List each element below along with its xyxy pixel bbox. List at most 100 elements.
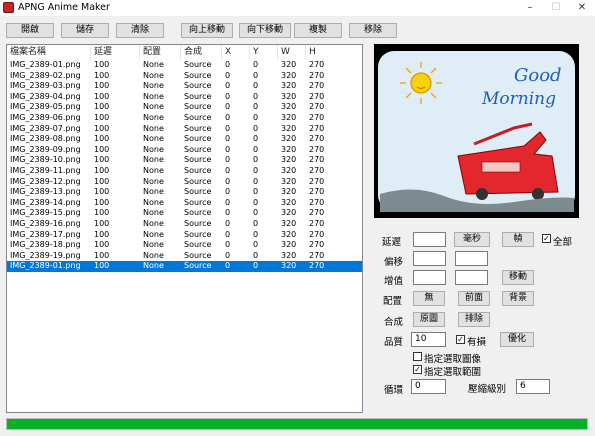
table-row[interactable]: IMG_2389-06.png 100 None Source 0 0 320 270: [7, 113, 362, 124]
move-down-button[interactable]: 向下移動: [239, 23, 291, 38]
dispose-background-button[interactable]: 背景: [502, 291, 534, 306]
move-button[interactable]: 移動: [502, 270, 534, 285]
cell-delay: 100: [94, 240, 110, 250]
cell-h: 270: [309, 176, 325, 186]
table-row[interactable]: IMG_2389-07.png 100 None Source 0 0 320 270: [7, 124, 362, 135]
cell-y: 0: [253, 91, 259, 101]
cell-w: 320: [281, 240, 297, 250]
cell-blend: Source: [184, 229, 212, 239]
open-button[interactable]: 開啟: [6, 23, 54, 38]
preview-text-good: Good: [514, 65, 562, 86]
delete-button[interactable]: 移除: [349, 23, 397, 38]
increment-y-input[interactable]: [455, 270, 488, 285]
loop-input[interactable]: 0: [411, 379, 446, 394]
dispose-none-button[interactable]: 無: [413, 291, 445, 306]
spec-image-checkbox[interactable]: [413, 352, 422, 361]
table-row[interactable]: IMG_2389-18.png 100 None Source 0 0 320 270: [7, 240, 362, 251]
table-row[interactable]: IMG_2389-02.png 100 None Source 0 0 320 270: [7, 71, 362, 82]
ms-button[interactable]: 毫秒: [454, 232, 490, 247]
cell-delay: 100: [94, 113, 110, 122]
offset-y-input[interactable]: [455, 251, 488, 266]
cell-w: 320: [281, 187, 297, 197]
preview-text-morning: Morning: [481, 89, 556, 109]
offset-x-input[interactable]: [413, 251, 446, 266]
cell-x: 0: [225, 91, 231, 101]
preview-pane: Good Morning: [374, 44, 579, 218]
frame-list[interactable]: 檔案名稱 延遲 配置 合成 X Y W H IMG_2389-01.png 100…: [6, 44, 363, 413]
table-row[interactable]: IMG_2389-09.png 100 None Source 0 0 320 270: [7, 145, 362, 156]
cell-filename: IMG_2389-02.png: [10, 70, 81, 80]
cell-w: 320: [281, 229, 297, 239]
table-row[interactable]: IMG_2389-19.png 100 None Source 0 0 320 270: [7, 251, 362, 262]
table-row[interactable]: IMG_2389-13.png 100 None Source 0 0 320 270: [7, 187, 362, 198]
dispose-previous-button[interactable]: 前面: [458, 291, 490, 306]
table-row[interactable]: IMG_2389-16.png 100 None Source 0 0 320 270: [7, 219, 362, 230]
table-row[interactable]: IMG_2389-08.png 100 None Source 0 0 320 270: [7, 134, 362, 145]
maximize-button[interactable]: ☐: [543, 0, 569, 16]
header-y[interactable]: Y: [250, 45, 278, 60]
clear-button[interactable]: 清除: [116, 23, 164, 38]
dispose-label: 配置: [383, 296, 403, 307]
header-x[interactable]: X: [222, 45, 250, 60]
table-row[interactable]: IMG_2389-17.png 100 None Source 0 0 320 270: [7, 230, 362, 241]
cell-dispose: None: [143, 197, 164, 207]
table-row[interactable]: IMG_2389-03.png 100 None Source 0 0 320 270: [7, 81, 362, 92]
table-row[interactable]: IMG_2389-01.png 100 None Source 0 0 320 270: [7, 261, 362, 272]
blend-over-button[interactable]: 排除: [458, 312, 490, 327]
header-delay[interactable]: 延遲: [91, 45, 140, 60]
cell-y: 0: [253, 166, 259, 175]
move-up-button[interactable]: 向上移動: [181, 23, 233, 38]
header-filename[interactable]: 檔案名稱: [7, 45, 91, 60]
save-button[interactable]: 儲存: [61, 23, 109, 38]
header-h[interactable]: H: [306, 45, 362, 60]
increment-x-input[interactable]: [413, 270, 446, 285]
cell-filename: IMG_2389-10.png: [10, 155, 81, 165]
frame-button[interactable]: 幀: [502, 232, 534, 247]
cell-y: 0: [253, 229, 259, 239]
cell-y: 0: [253, 123, 259, 133]
cell-w: 320: [281, 70, 297, 80]
close-button[interactable]: ✕: [569, 0, 595, 16]
cell-h: 270: [309, 102, 325, 112]
cell-x: 0: [225, 60, 231, 69]
cell-dispose: None: [143, 250, 164, 260]
table-row[interactable]: IMG_2389-12.png 100 None Source 0 0 320 270: [7, 177, 362, 188]
cell-w: 320: [281, 261, 297, 271]
table-row[interactable]: IMG_2389-15.png 100 None Source 0 0 320 270: [7, 208, 362, 219]
table-row[interactable]: IMG_2389-14.png 100 None Source 0 0 320 270: [7, 198, 362, 209]
cell-x: 0: [225, 123, 231, 133]
header-dispose[interactable]: 配置: [140, 45, 181, 60]
cell-h: 270: [309, 123, 325, 133]
cell-blend: Source: [184, 261, 212, 271]
dither-checkbox[interactable]: ✓: [456, 335, 465, 344]
table-row[interactable]: IMG_2389-05.png 100 None Source 0 0 320 270: [7, 102, 362, 113]
delay-input[interactable]: [413, 232, 446, 247]
header-blend[interactable]: 合成: [181, 45, 222, 60]
cell-h: 270: [309, 60, 325, 69]
quality-input[interactable]: 10: [411, 332, 446, 347]
cell-w: 320: [281, 219, 297, 228]
cell-blend: Source: [184, 81, 212, 91]
table-row[interactable]: IMG_2389-01.png 100 None Source 0 0 320 270: [7, 60, 362, 71]
copy-button[interactable]: 複製: [294, 23, 342, 38]
preview-image: Good Morning: [374, 44, 579, 218]
table-row[interactable]: IMG_2389-10.png 100 None Source 0 0 320 270: [7, 155, 362, 166]
spec-range-checkbox[interactable]: ✓: [413, 365, 422, 374]
minimize-button[interactable]: –: [517, 0, 543, 16]
cell-filename: IMG_2389-13.png: [10, 187, 81, 197]
optimize-button[interactable]: 優化: [500, 332, 534, 347]
header-w[interactable]: W: [278, 45, 306, 60]
table-row[interactable]: IMG_2389-11.png 100 None Source 0 0 320 270: [7, 166, 362, 177]
cell-x: 0: [225, 219, 231, 228]
cell-filename: IMG_2389-09.png: [10, 144, 81, 154]
window-title: APNG Anime Maker: [18, 2, 110, 13]
cell-blend: Source: [184, 208, 212, 218]
table-row[interactable]: IMG_2389-04.png 100 None Source 0 0 320 270: [7, 92, 362, 103]
compression-input[interactable]: 6: [516, 379, 550, 394]
cell-h: 270: [309, 155, 325, 165]
cell-x: 0: [225, 166, 231, 175]
all-checkbox[interactable]: ✓: [542, 234, 551, 243]
cell-dispose: None: [143, 60, 164, 69]
blend-source-button[interactable]: 原圖: [413, 312, 445, 327]
delay-label: 延遲: [382, 237, 402, 248]
